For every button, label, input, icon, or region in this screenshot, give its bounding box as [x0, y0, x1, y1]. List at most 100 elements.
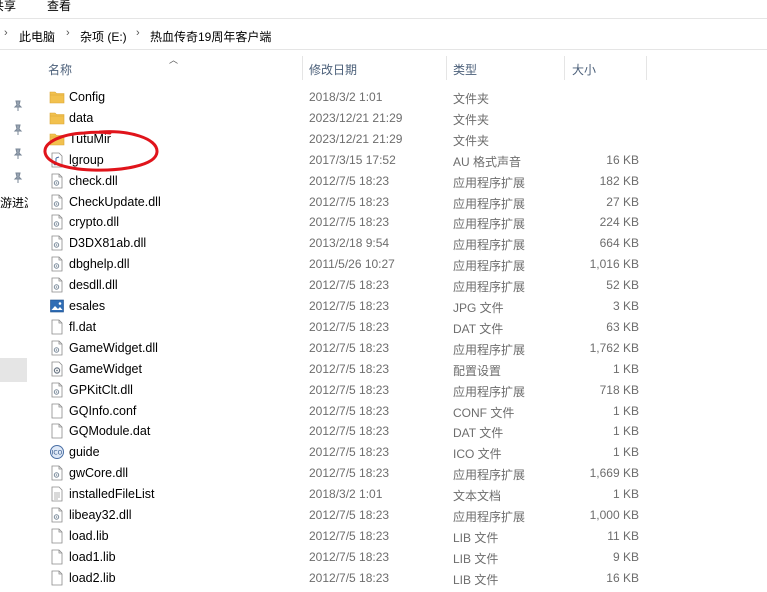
pin-icon[interactable]	[12, 124, 24, 136]
column-header-name[interactable]: 名称	[48, 61, 72, 78]
file-name: guide	[69, 445, 100, 460]
file-date-modified: 2012/7/5 18:23	[309, 549, 390, 564]
generic-file-icon	[51, 528, 63, 544]
file-row[interactable]: GameWidget.dll 2012/7/5 18:23 应用程序扩展 1,762 …	[44, 338, 648, 359]
ribbon-tabs: 共享 查看	[0, 0, 767, 16]
file-row[interactable]: libeay32.dll 2012/7/5 18:23 应用程序扩展 1,000 KB	[44, 505, 648, 526]
breadcrumb-separator: ›	[136, 27, 140, 39]
file-size: 1 KB	[612, 445, 639, 460]
file-type: 应用程序扩展	[453, 468, 526, 483]
file-row[interactable]: load.lib 2012/7/5 18:23 LIB 文件 11 KB	[44, 526, 648, 547]
svg-text:ICO: ICO	[52, 450, 63, 457]
file-type: 应用程序扩展	[453, 175, 526, 190]
audio-file-icon	[51, 152, 63, 168]
breadcrumb-separator: ›	[4, 27, 8, 39]
file-type: 应用程序扩展	[453, 238, 526, 253]
address-bar[interactable]: › 此电脑 › 杂项 (E:) › 热血传奇19周年客户端	[0, 22, 767, 48]
file-name: GPKitClt.dll	[69, 382, 133, 397]
file-row[interactable]: D3DX81ab.dll 2013/2/18 9:54 应用程序扩展 664 KB	[44, 233, 648, 254]
file-row[interactable]: data 2023/12/21 21:29 文件夹	[44, 108, 648, 129]
file-row[interactable]: dbghelp.dll 2011/5/26 10:27 应用程序扩展 1,016 KB	[44, 254, 648, 275]
column-header-date[interactable]: 修改日期	[309, 61, 357, 78]
file-row[interactable]: Config 2018/3/2 1:01 文件夹	[44, 87, 648, 108]
file-name: fl.dat	[69, 319, 97, 334]
file-row[interactable]: load1.lib 2012/7/5 18:23 LIB 文件 9 KB	[44, 547, 648, 568]
column-resize-handle[interactable]	[302, 56, 303, 80]
file-date-modified: 2023/12/21 21:29	[309, 131, 403, 146]
file-row[interactable]: GQInfo.conf 2012/7/5 18:23 CONF 文件 1 KB	[44, 401, 648, 422]
file-name: dbghelp.dll	[69, 257, 130, 272]
address-divider	[0, 49, 767, 50]
file-row[interactable]: TutuMir 2023/12/21 21:29 文件夹	[44, 129, 648, 150]
file-row[interactable]: ICO guide 2012/7/5 18:23 ICO 文件 1 KB	[44, 442, 648, 463]
file-size: 3 KB	[612, 299, 639, 313]
file-size: 664 KB	[599, 236, 639, 251]
breadcrumb-drive-e[interactable]: 杂项 (E:)	[80, 28, 127, 45]
generic-file-icon	[51, 423, 63, 439]
file-type: 应用程序扩展	[453, 280, 526, 295]
nav-item-label[interactable]: 游进游	[0, 194, 28, 211]
file-row[interactable]: lgroup 2017/3/15 17:52 AU 格式声音 16 KB	[44, 150, 648, 171]
file-row[interactable]: GameWidget 2012/7/5 18:23 配置设置 1 KB	[44, 359, 648, 380]
breadcrumb-current-folder[interactable]: 热血传奇19周年客户端	[150, 28, 271, 45]
file-name: gwCore.dll	[69, 466, 129, 481]
tab-view[interactable]: 查看	[47, 0, 71, 14]
file-row[interactable]: load2.lib 2012/7/5 18:23 LIB 文件 16 KB	[44, 568, 648, 589]
file-name: check.dll	[69, 173, 118, 188]
file-date-modified: 2012/7/5 18:23	[309, 570, 390, 585]
file-row[interactable]: GQModule.dat 2012/7/5 18:23 DAT 文件 1 KB	[44, 421, 648, 442]
file-row[interactable]: esales 2012/7/5 18:23 JPG 文件 3 KB	[44, 296, 648, 317]
file-type: 应用程序扩展	[453, 217, 526, 232]
file-name: Config	[69, 90, 106, 104]
file-size: 1 KB	[612, 487, 639, 502]
column-resize-handle[interactable]	[446, 56, 447, 80]
file-date-modified: 2012/7/5 18:23	[309, 508, 390, 522]
file-row[interactable]: crypto.dll 2012/7/5 18:23 应用程序扩展 224 KB	[44, 212, 648, 233]
file-row[interactable]: gwCore.dll 2012/7/5 18:23 应用程序扩展 1,669 KB	[44, 463, 648, 484]
file-row[interactable]: desdll.dll 2012/7/5 18:23 应用程序扩展 52 KB	[44, 275, 648, 296]
file-size: 16 KB	[606, 152, 639, 167]
file-name: data	[69, 110, 94, 125]
file-size: 16 KB	[606, 570, 639, 585]
pin-icon[interactable]	[12, 172, 24, 184]
text-file-icon	[51, 486, 63, 502]
nav-item-selected[interactable]	[0, 358, 27, 382]
file-name: crypto.dll	[69, 215, 120, 230]
dll-file-icon	[51, 235, 63, 251]
column-resize-handle[interactable]	[646, 56, 647, 80]
column-resize-handle[interactable]	[564, 56, 565, 80]
file-row[interactable]: fl.dat 2012/7/5 18:23 DAT 文件 63 KB	[44, 317, 648, 338]
generic-file-icon	[51, 570, 63, 586]
file-type: LIB 文件	[453, 572, 499, 587]
sort-arrow-icon: ︿	[169, 55, 179, 65]
column-header-size[interactable]: 大小	[572, 61, 596, 78]
file-row[interactable]: CheckUpdate.dll 2012/7/5 18:23 应用程序扩展 27 KB	[44, 192, 648, 213]
pin-icon[interactable]	[12, 100, 24, 112]
file-size: 1,669 KB	[589, 466, 639, 481]
file-type: 文件夹	[453, 112, 490, 127]
generic-file-icon	[51, 403, 63, 418]
breadcrumb-this-pc[interactable]: 此电脑	[19, 28, 55, 45]
tab-share[interactable]: 共享	[0, 0, 16, 14]
file-type: DAT 文件	[453, 426, 504, 441]
file-date-modified: 2012/7/5 18:23	[309, 382, 390, 397]
file-date-modified: 2012/7/5 18:23	[309, 361, 390, 376]
column-header-type[interactable]: 类型	[453, 61, 477, 78]
dll-file-icon	[51, 194, 63, 209]
file-type: 应用程序扩展	[453, 196, 526, 211]
file-size: 1,016 KB	[589, 257, 639, 272]
file-size: 1,762 KB	[589, 340, 639, 355]
dll-file-icon	[51, 382, 63, 397]
file-row[interactable]: GPKitClt.dll 2012/7/5 18:23 应用程序扩展 718 KB	[44, 380, 648, 401]
file-type: LIB 文件	[453, 530, 499, 545]
file-size: 224 KB	[599, 215, 639, 230]
generic-file-icon	[51, 549, 63, 565]
file-type: ICO 文件	[453, 447, 502, 462]
file-date-modified: 2011/5/26 10:27	[309, 257, 395, 272]
pin-icon[interactable]	[12, 148, 24, 160]
file-date-modified: 2012/7/5 18:23	[309, 278, 390, 293]
file-row[interactable]: check.dll 2012/7/5 18:23 应用程序扩展 182 KB	[44, 171, 648, 192]
file-row[interactable]: installedFileList 2018/3/2 1:01 文本文档 1 KB	[44, 484, 648, 505]
file-size: 1 KB	[612, 424, 639, 439]
file-date-modified: 2012/7/5 18:23	[309, 424, 390, 439]
